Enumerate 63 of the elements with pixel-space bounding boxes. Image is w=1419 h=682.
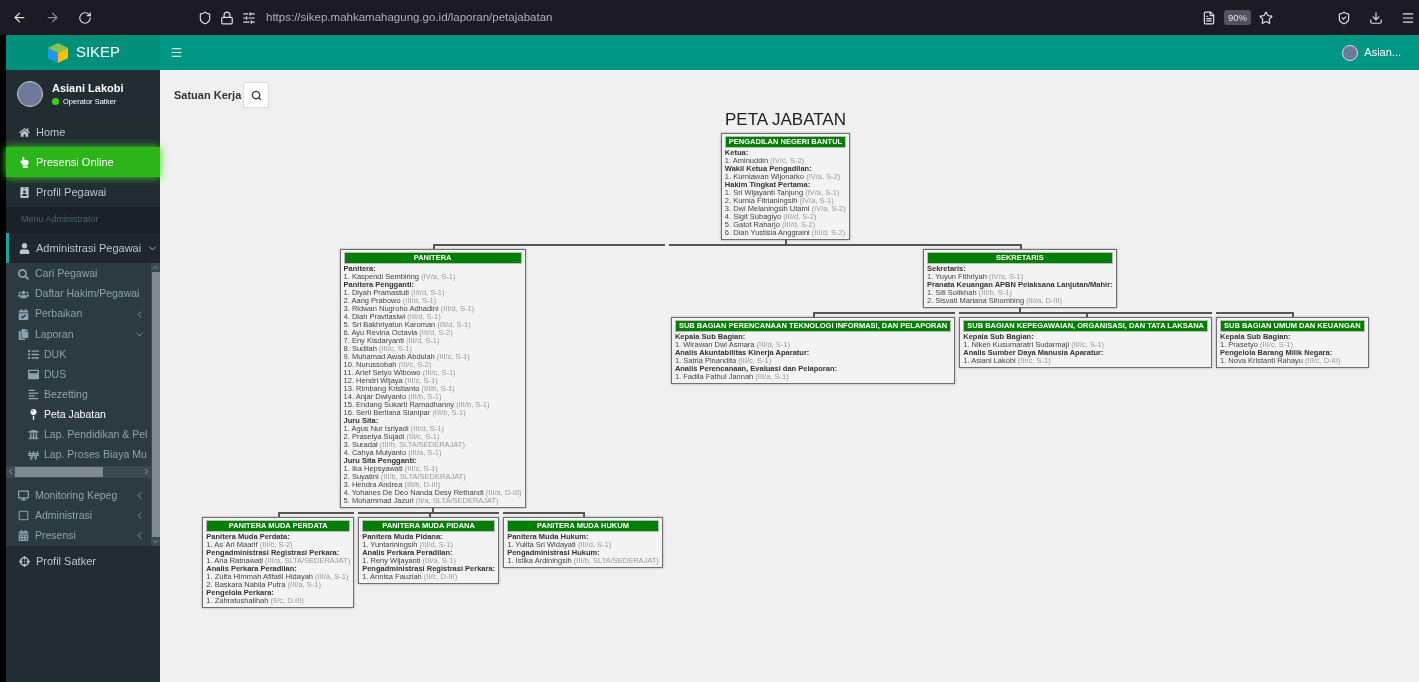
sidebar-item[interactable]: Profil Satker (6, 546, 160, 576)
shield-icon (198, 10, 212, 25)
sidebar-item[interactable]: Perbaikan (6, 304, 151, 325)
crosshair-icon (19, 555, 30, 567)
avatar (17, 80, 43, 107)
url-text: https://sikep.mahkamahagung.go.id/laporan/petajabatan (266, 9, 553, 25)
user-icon (19, 242, 30, 254)
sidebar-item[interactable]: Administrasi Pegawai (6, 233, 160, 263)
pointing-hand-icon (19, 156, 30, 168)
chart-title: PETA JABATAN (725, 110, 846, 130)
sidebar-item[interactable]: Daftar Hakim/Pegawai (6, 284, 151, 305)
bookmark-star-icon[interactable] (1259, 10, 1273, 25)
copy-icon (18, 328, 29, 340)
permissions-icon (242, 10, 256, 25)
scrollbar-drawing[interactable] (151, 263, 160, 546)
sidebar-item[interactable]: Peta Jabatan (6, 404, 151, 425)
brand-name: SIKEP (75, 42, 121, 63)
list-icon (28, 349, 39, 360)
sidebar-item[interactable]: DUS (6, 364, 151, 385)
sidebar-item[interactable]: Laporan (6, 324, 151, 345)
sidebar-item[interactable]: Administrasi (6, 505, 151, 526)
menu-icon[interactable] (170, 46, 183, 59)
window-icon (28, 369, 39, 381)
sidebar-item[interactable]: Presensi Online (6, 147, 160, 177)
calendar-icon (18, 308, 29, 320)
id-badge-icon (19, 186, 30, 198)
download-icon[interactable] (1369, 10, 1383, 25)
address-bar[interactable]: https://sikep.mahkamahagung.go.id/laporan/petajabatan 90% (198, 4, 1319, 31)
reader-view-icon[interactable] (1202, 10, 1216, 25)
sidebar-item[interactable]: Monitoring Kepeg (6, 485, 151, 506)
back-icon[interactable] (12, 10, 27, 25)
user-name: Asiani Lakobi (52, 80, 124, 96)
filter-label: Satuan Kerja (174, 88, 242, 103)
header-user-name[interactable]: Asian... (1364, 44, 1401, 61)
forward-icon[interactable] (45, 10, 60, 25)
reload-icon[interactable] (78, 10, 92, 25)
lines-icon (28, 389, 39, 401)
home-icon (19, 126, 30, 138)
brand-header[interactable]: SIKEP (6, 35, 160, 70)
pin-icon (28, 409, 39, 421)
search-icon (18, 268, 29, 280)
sidebar-item[interactable]: Lap. Proses Biaya Mu (6, 445, 151, 466)
users-icon (18, 288, 29, 300)
horizontal-scrollbar-drawing[interactable] (6, 466, 151, 478)
sidebar-item[interactable]: Cari Pegawai (6, 264, 151, 285)
sidebar-item[interactable]: Bezetting (6, 384, 151, 405)
zoom-level-badge[interactable]: 90% (1224, 10, 1251, 25)
calendar-icon (18, 530, 29, 542)
search-button[interactable] (243, 82, 270, 108)
lock-icon (220, 10, 234, 25)
menu-section-header: Menu Administrator (6, 207, 160, 233)
sidebar-item[interactable]: DUK (6, 344, 151, 365)
sidebar-item[interactable]: Presensi (6, 525, 151, 546)
search-icon (250, 89, 262, 101)
sidebar-item[interactable]: Profil Pegawai (6, 177, 160, 207)
sidebar-item[interactable]: Home (6, 117, 160, 147)
monitor-icon (18, 490, 29, 502)
sidebar-item[interactable]: Lap. Pendidikan & Pel (6, 424, 151, 445)
logo-icon (45, 41, 70, 64)
avatar[interactable] (1342, 44, 1359, 61)
currency-icon (28, 449, 39, 461)
bank-icon (28, 429, 39, 441)
menu-icon[interactable] (1401, 10, 1415, 25)
